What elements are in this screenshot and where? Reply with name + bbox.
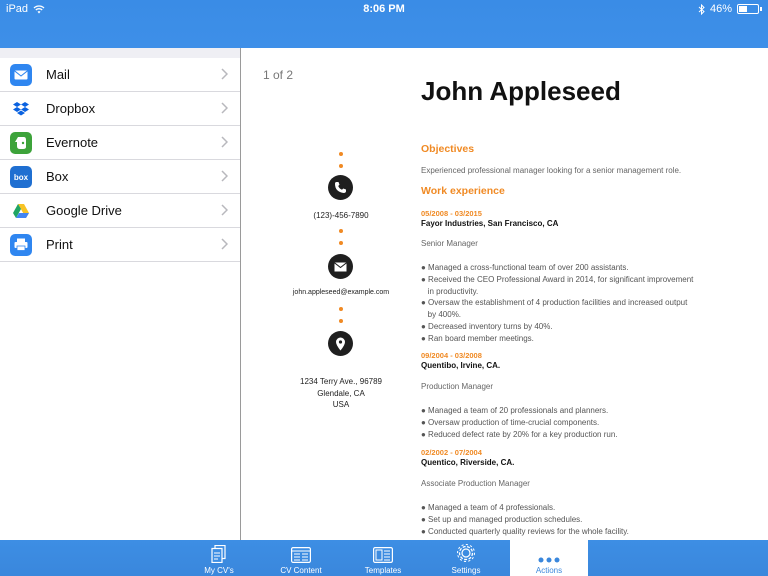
job-bullet: ● Managed a team of 4 professionals.: [421, 503, 556, 512]
tab-settings[interactable]: Settings: [427, 540, 505, 576]
job-bullet: ● Oversaw the establishment of 4 product…: [421, 298, 688, 308]
my-cvs-icon: [211, 541, 227, 563]
phone-icon: [328, 175, 353, 200]
phone-number: (123)-456-7890: [313, 211, 369, 220]
job-dates: 02/2002 - 07/2004: [421, 448, 482, 457]
chevron-right-icon: [221, 102, 228, 114]
address-line2: Glendale, CA: [317, 389, 365, 398]
email-icon: [328, 254, 353, 279]
job-bullet: ● Decreased inventory turns by 40%.: [421, 321, 553, 331]
objectives-text: Experienced professional manager looking…: [421, 166, 682, 175]
dropbox-icon: [10, 97, 32, 120]
job-company: Fayor Industries, San Francisco, CA: [421, 219, 559, 228]
job-bullet: ● Set up and managed production schedule…: [421, 514, 583, 524]
battery-percent: 46%: [709, 3, 732, 15]
settings-icon: [456, 541, 476, 563]
divider-dot: [339, 164, 343, 168]
chevron-right-icon: [221, 170, 228, 182]
job-company: Quentico, Riverside, CA.: [421, 458, 515, 467]
divider-dot: [339, 152, 343, 156]
tab-label: Settings: [451, 566, 481, 575]
tab-label: CV Content: [280, 566, 322, 575]
status-time: 8:06 PM: [363, 3, 405, 15]
box-icon: box: [10, 165, 32, 188]
share-item-label: Evernote: [46, 135, 99, 150]
cv-preview[interactable]: 1 of 2 John Appleseed (123)-456-7890 joh…: [241, 48, 768, 540]
tab-cv-content[interactable]: CV Content: [262, 540, 340, 576]
tab-bar: My CV's CV Content Templates Settings Ac…: [0, 540, 768, 576]
job-role: Associate Production Manager: [421, 479, 530, 488]
job-role: Production Manager: [421, 382, 494, 391]
page-indicator: 1 of 2: [263, 68, 294, 82]
tab-label: Templates: [364, 566, 402, 575]
divider-dot: [339, 241, 343, 245]
job-bullet: ● Received the CEO Professional Award in…: [421, 274, 694, 284]
bluetooth-icon: [698, 3, 705, 15]
job-bullet: by 400%.: [421, 310, 462, 320]
location-icon: [328, 331, 353, 356]
share-item-label: Box: [46, 169, 69, 184]
cv-content-icon: [291, 541, 311, 563]
job-bullet: in productivity.: [421, 286, 479, 296]
work-experience-title: Work experience: [421, 185, 505, 197]
status-bar: iPad 8:06 PM 46%: [0, 0, 768, 18]
job-bullets: ● Managed a team of 20 professionals and…: [421, 405, 721, 440]
share-list: Mail Dropbox Evernote box Box Google Dri…: [0, 58, 240, 262]
mail-icon: [10, 63, 32, 86]
evernote-icon: [10, 131, 32, 154]
chevron-right-icon: [221, 204, 228, 216]
job-bullets: ● Managed a cross-functional team of ove…: [421, 262, 721, 345]
email-address: john.appleseed@example.com: [292, 289, 390, 296]
job-bullet: ● Ran board member meetings.: [421, 333, 534, 343]
templates-icon: [373, 541, 393, 563]
share-item-dropbox[interactable]: Dropbox: [0, 92, 240, 126]
google-drive-icon: [10, 199, 32, 222]
share-item-label: Print: [46, 237, 73, 252]
share-item-evernote[interactable]: Evernote: [0, 126, 240, 160]
cv-name: John Appleseed: [421, 76, 621, 106]
objectives-title: Objectives: [421, 143, 475, 155]
tab-label: My CV's: [204, 566, 234, 575]
share-item-print[interactable]: Print: [0, 228, 240, 262]
tab-label: Actions: [535, 566, 563, 575]
share-item-box[interactable]: box Box: [0, 160, 240, 194]
status-right: 46%: [698, 3, 762, 15]
job-bullet: ● Managed a team of 20 professionals and…: [421, 406, 609, 415]
divider-dot: [339, 307, 343, 311]
actions-icon: [538, 541, 560, 563]
tab-actions[interactable]: Actions: [510, 540, 588, 576]
chevron-right-icon: [221, 68, 228, 80]
svg-text:box: box: [14, 173, 29, 181]
job-dates: 09/2004 - 03/2008: [421, 351, 482, 360]
job-bullet: ● Conducted quarterly quality reviews fo…: [421, 526, 629, 536]
share-panel-header-gap: [0, 48, 240, 58]
print-icon: [10, 233, 32, 256]
chevron-right-icon: [221, 136, 228, 148]
job-company: Quentibo, Irvine, CA.: [421, 361, 501, 370]
share-item-label: Google Drive: [46, 203, 122, 218]
job-bullet: ● Oversaw production of time-crucial com…: [421, 417, 600, 427]
tab-my-cvs[interactable]: My CV's: [180, 540, 258, 576]
battery-fill: [739, 6, 747, 12]
address-line1: 1234 Terry Ave., 96789: [300, 377, 382, 386]
battery-icon: [737, 4, 759, 14]
divider-dot: [339, 319, 343, 323]
job-bullet: ● Reduced defect rate by 20% for a key p…: [421, 429, 618, 439]
share-item-label: Mail: [46, 67, 70, 82]
share-item-google-drive[interactable]: Google Drive: [0, 194, 240, 228]
share-item-mail[interactable]: Mail: [0, 58, 240, 92]
job-dates: 05/2008 - 03/2015: [421, 209, 482, 218]
share-item-label: Dropbox: [46, 101, 96, 116]
address-line3: USA: [332, 400, 350, 409]
job-bullets: ● Managed a team of 4 professionals. ● S…: [421, 502, 721, 537]
job-role: Senior Manager: [421, 239, 478, 248]
battery-tip: [760, 7, 762, 11]
tab-templates[interactable]: Templates: [344, 540, 422, 576]
job-bullet: ● Managed a cross-functional team of ove…: [421, 263, 629, 272]
chevron-right-icon: [221, 238, 228, 250]
divider-dot: [339, 229, 343, 233]
